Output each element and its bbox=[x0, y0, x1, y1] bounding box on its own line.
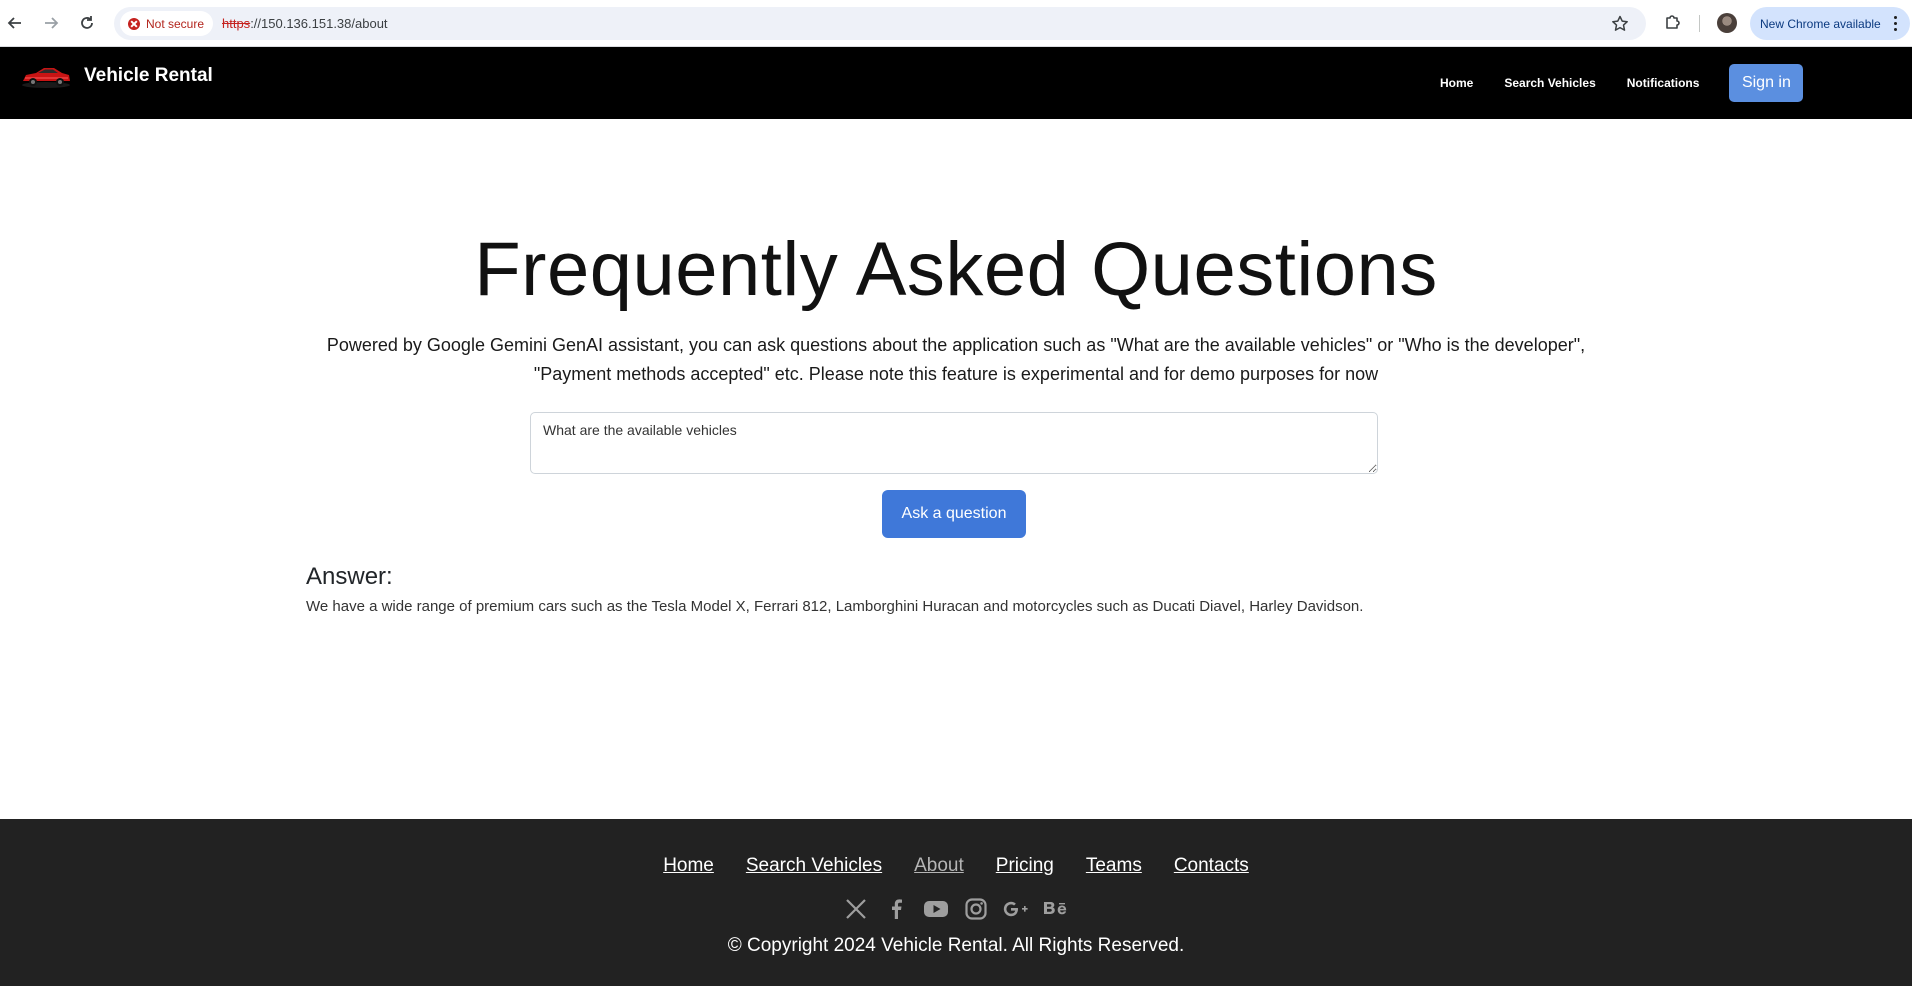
footer-links: Home Search Vehicles About Pricing Teams… bbox=[0, 855, 1912, 877]
answer-heading: Answer: bbox=[306, 563, 393, 590]
google-plus-icon[interactable] bbox=[1002, 895, 1030, 923]
answer-text: We have a wide range of premium cars suc… bbox=[306, 598, 1364, 615]
footer-link-teams[interactable]: Teams bbox=[1086, 855, 1142, 877]
address-bar[interactable]: Not secure https://150.136.151.38/about bbox=[114, 7, 1646, 40]
site-footer: Home Search Vehicles About Pricing Teams… bbox=[0, 819, 1912, 986]
bookmark-star-icon[interactable] bbox=[1610, 14, 1630, 34]
security-indicator[interactable]: Not secure bbox=[120, 11, 214, 36]
footer-link-search-vehicles[interactable]: Search Vehicles bbox=[746, 855, 882, 877]
social-links bbox=[0, 895, 1912, 923]
brand-name: Vehicle Rental bbox=[84, 65, 213, 86]
instagram-icon[interactable] bbox=[962, 895, 990, 923]
browser-toolbar: Not secure https://150.136.151.38/about … bbox=[0, 0, 1912, 47]
nav-notifications[interactable]: Notifications bbox=[1627, 76, 1700, 90]
brand[interactable]: Vehicle Rental bbox=[20, 61, 213, 91]
copyright-text: © Copyright 2024 Vehicle Rental. All Rig… bbox=[727, 935, 1185, 956]
not-secure-icon bbox=[128, 17, 140, 30]
intro-text: Powered by Google Gemini GenAI assistant… bbox=[326, 335, 1586, 384]
page-title: Frequently Asked Questions bbox=[474, 227, 1438, 312]
url-scheme: https bbox=[222, 16, 251, 31]
sign-in-button[interactable]: Sign in bbox=[1729, 64, 1804, 102]
question-input[interactable]: What are the available vehicles bbox=[530, 412, 1378, 474]
site-header: Vehicle Rental Home Search Vehicles Noti… bbox=[0, 47, 1912, 119]
url-text: https://150.136.151.38/about bbox=[222, 16, 388, 31]
footer-link-contacts[interactable]: Contacts bbox=[1174, 855, 1249, 877]
url-rest: ://150.136.151.38/about bbox=[250, 16, 388, 31]
nav-home[interactable]: Home bbox=[1440, 76, 1473, 90]
profile-avatar[interactable] bbox=[1717, 13, 1737, 33]
ask-question-button[interactable]: Ask a question bbox=[882, 490, 1026, 538]
toolbar-divider bbox=[1699, 15, 1700, 32]
reload-icon[interactable] bbox=[76, 12, 98, 34]
behance-icon[interactable] bbox=[1042, 895, 1070, 923]
update-label: New Chrome available bbox=[1760, 16, 1881, 31]
facebook-icon[interactable] bbox=[882, 895, 910, 923]
x-icon[interactable] bbox=[842, 895, 870, 923]
security-label: Not secure bbox=[146, 16, 205, 31]
extensions-puzzle-icon[interactable] bbox=[1663, 12, 1685, 34]
red-car-logo-icon bbox=[22, 68, 70, 88]
footer-link-home[interactable]: Home bbox=[663, 855, 714, 877]
back-arrow-icon[interactable] bbox=[4, 12, 26, 34]
nav-search-vehicles[interactable]: Search Vehicles bbox=[1504, 76, 1595, 90]
main-nav: Home Search Vehicles Notifications Sign … bbox=[1440, 47, 1804, 119]
forward-arrow-icon[interactable] bbox=[40, 12, 62, 34]
chrome-update-button[interactable]: New Chrome available bbox=[1750, 7, 1910, 40]
footer-link-pricing[interactable]: Pricing bbox=[996, 855, 1054, 877]
more-menu-icon[interactable] bbox=[1894, 16, 1898, 32]
footer-link-about[interactable]: About bbox=[914, 855, 964, 877]
youtube-icon[interactable] bbox=[922, 895, 950, 923]
